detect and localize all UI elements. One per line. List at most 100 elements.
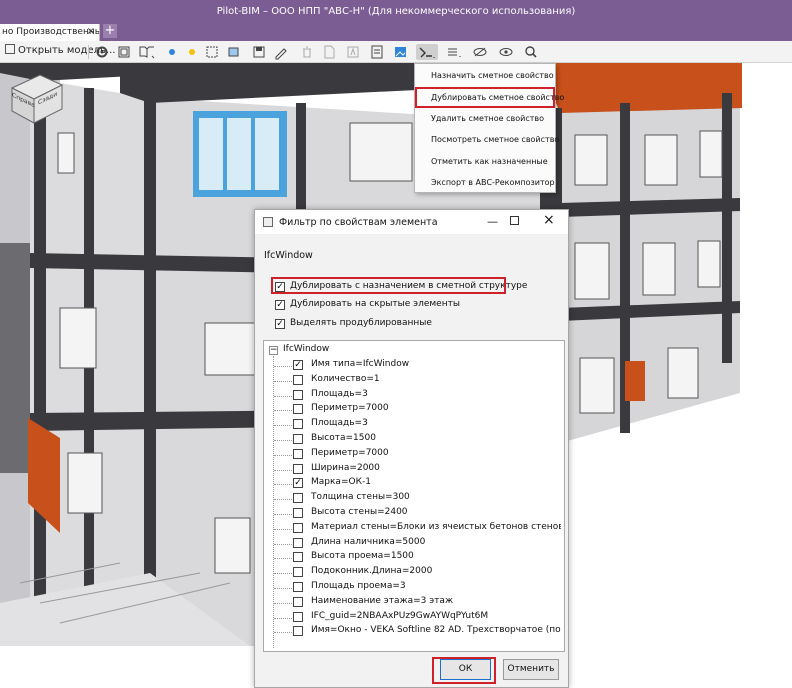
collapse-icon[interactable]: − <box>269 346 278 355</box>
document-tab-label: но Производственны... <box>2 27 100 37</box>
menu-item-mark-assigned[interactable]: Отметить как назначенные <box>415 151 555 172</box>
property-label: Периметр=7000 <box>311 403 389 414</box>
app-title: Pilot-BIM – ООО НПП "АВС-Н" (Для некомме… <box>216 6 576 17</box>
yellow-dot-icon[interactable] <box>186 44 198 60</box>
list-icon[interactable] <box>445 44 463 60</box>
ok-highlight-frame <box>432 657 496 684</box>
property-row[interactable]: IFC_guid=2NBAAxPUz9GwAYWqPYut6M <box>264 611 564 625</box>
property-label: Площадь=3 <box>311 388 368 399</box>
property-checkbox[interactable] <box>293 537 303 548</box>
property-checkbox[interactable]: ✓ <box>293 360 303 370</box>
property-checkbox[interactable] <box>293 567 303 578</box>
estimate-property-icon[interactable] <box>416 44 438 60</box>
property-checkbox[interactable] <box>293 611 303 622</box>
property-checkbox[interactable] <box>293 448 303 459</box>
hide-icon[interactable] <box>472 44 492 60</box>
element-type-label: IfcWindow <box>264 250 313 261</box>
save-icon[interactable] <box>252 44 266 60</box>
menu-item-view[interactable]: Посмотреть сметное свойство <box>415 129 559 150</box>
property-checkbox[interactable] <box>293 374 303 385</box>
option-label: Дублировать на скрытые элементы <box>290 299 460 309</box>
tree-connector <box>274 588 292 589</box>
maximize-icon[interactable] <box>510 216 519 225</box>
eye-icon[interactable] <box>498 44 518 60</box>
property-row[interactable]: Площадь=3 <box>264 389 564 403</box>
menu-item-delete[interactable]: Удалить сметное свойство <box>415 108 555 129</box>
property-checkbox[interactable] <box>293 419 303 430</box>
property-checkbox[interactable] <box>293 434 303 444</box>
tree-connector <box>274 440 292 441</box>
property-label: Наименование этажа=3 этаж <box>311 595 454 606</box>
property-checkbox[interactable] <box>293 582 303 592</box>
menu-item-duplicate[interactable]: Дублировать сметное свойство <box>415 87 564 108</box>
zoom-icon[interactable] <box>523 44 543 60</box>
property-checkbox[interactable] <box>293 493 303 504</box>
book-icon[interactable] <box>138 44 156 60</box>
property-row[interactable]: Высота стены=2400 <box>264 507 564 521</box>
cancel-button[interactable]: Отменить <box>503 659 559 680</box>
property-row[interactable]: Площадь=3 <box>264 418 564 432</box>
property-checkbox[interactable] <box>293 404 303 415</box>
property-checkbox[interactable] <box>293 508 303 518</box>
property-label: Длина наличника=5000 <box>311 536 426 547</box>
property-row[interactable]: Наименование этажа=3 этаж <box>264 596 564 610</box>
property-checkbox[interactable] <box>293 463 303 474</box>
property-checkbox[interactable] <box>293 552 303 563</box>
property-checkbox[interactable] <box>293 389 303 400</box>
property-label: Высота=1500 <box>311 433 376 443</box>
pencil-icon[interactable] <box>273 44 291 60</box>
option-label: Выделять продублированные <box>290 318 432 328</box>
toolbar-separator <box>88 45 89 59</box>
tree-connector <box>274 617 292 619</box>
property-row[interactable]: Количество=1 <box>264 374 564 388</box>
document-icon[interactable] <box>322 44 336 60</box>
property-label: Ширина=2000 <box>311 462 380 473</box>
property-row[interactable]: Имя=Окно - VEKA Softline 82 AD. Трехство… <box>264 625 564 639</box>
blue-dot-icon[interactable] <box>166 44 178 60</box>
frame-icon[interactable] <box>117 44 131 60</box>
image-icon[interactable] <box>393 44 411 60</box>
property-row[interactable]: Периметр=7000 <box>264 448 564 462</box>
property-row[interactable]: ✓ Имя типа=IfcWindow <box>264 359 564 373</box>
tab-close-icon[interactable]: × <box>87 26 95 37</box>
property-checkbox[interactable] <box>293 626 303 637</box>
report-icon[interactable] <box>370 44 384 60</box>
property-row[interactable]: Ширина=2000 <box>264 463 564 477</box>
property-row[interactable]: Высота проема=1500 <box>264 551 564 565</box>
property-checkbox[interactable]: ✓ <box>293 478 303 489</box>
property-row[interactable]: Подоконник.Длина=2000 <box>264 566 564 580</box>
highlight-icon[interactable] <box>226 44 244 60</box>
tree-connector <box>274 454 292 456</box>
menu-item-assign[interactable]: Назначить сметное свойство <box>415 65 555 86</box>
close-icon[interactable]: × <box>543 213 555 227</box>
tree-connector <box>274 410 292 412</box>
app-titlebar: Pilot-BIM – ООО НПП "АВС-Н" (Для некомме… <box>0 0 792 24</box>
checkbox[interactable]: ✓ <box>275 319 285 329</box>
property-row[interactable]: Периметр=7000 <box>264 403 564 417</box>
property-label: Площадь=3 <box>311 418 368 429</box>
tree-connector <box>274 543 292 545</box>
text-icon[interactable] <box>346 44 360 60</box>
settings-icon[interactable] <box>95 44 109 60</box>
property-row[interactable]: Площадь проема=3 <box>264 581 564 595</box>
property-row[interactable]: Длина наличника=5000 <box>264 537 564 551</box>
trash-icon[interactable] <box>300 44 314 60</box>
menu-item-export[interactable]: Экспорт в АВС-Рекомпозитор <box>415 172 555 193</box>
property-row[interactable]: Высота=1500 <box>264 433 564 447</box>
new-tab-button[interactable]: + <box>103 24 117 38</box>
tree-connector <box>274 380 292 382</box>
property-checkbox[interactable] <box>293 522 303 533</box>
property-row[interactable]: Толщина стены=300 <box>264 492 564 506</box>
select-icon[interactable] <box>205 44 219 60</box>
minimize-icon[interactable]: — <box>487 215 498 228</box>
property-row[interactable]: Материал стены=Блоки из ячеистых бетонов… <box>264 522 564 536</box>
property-row[interactable]: ✓ Марка=ОК-1 <box>264 477 564 491</box>
document-tab[interactable]: но Производственны... × <box>0 24 100 41</box>
tree-connector <box>274 632 292 634</box>
dialog-app-icon <box>263 217 273 227</box>
dialog-titlebar: Фильтр по свойствам элемента — × <box>255 210 568 234</box>
property-checkbox[interactable] <box>293 596 303 607</box>
property-tree[interactable]: − IfcWindow ✓ Имя типа=IfcWindow Количеств… <box>263 340 565 652</box>
tree-connector <box>274 573 292 575</box>
checkbox[interactable]: ✓ <box>275 300 285 310</box>
